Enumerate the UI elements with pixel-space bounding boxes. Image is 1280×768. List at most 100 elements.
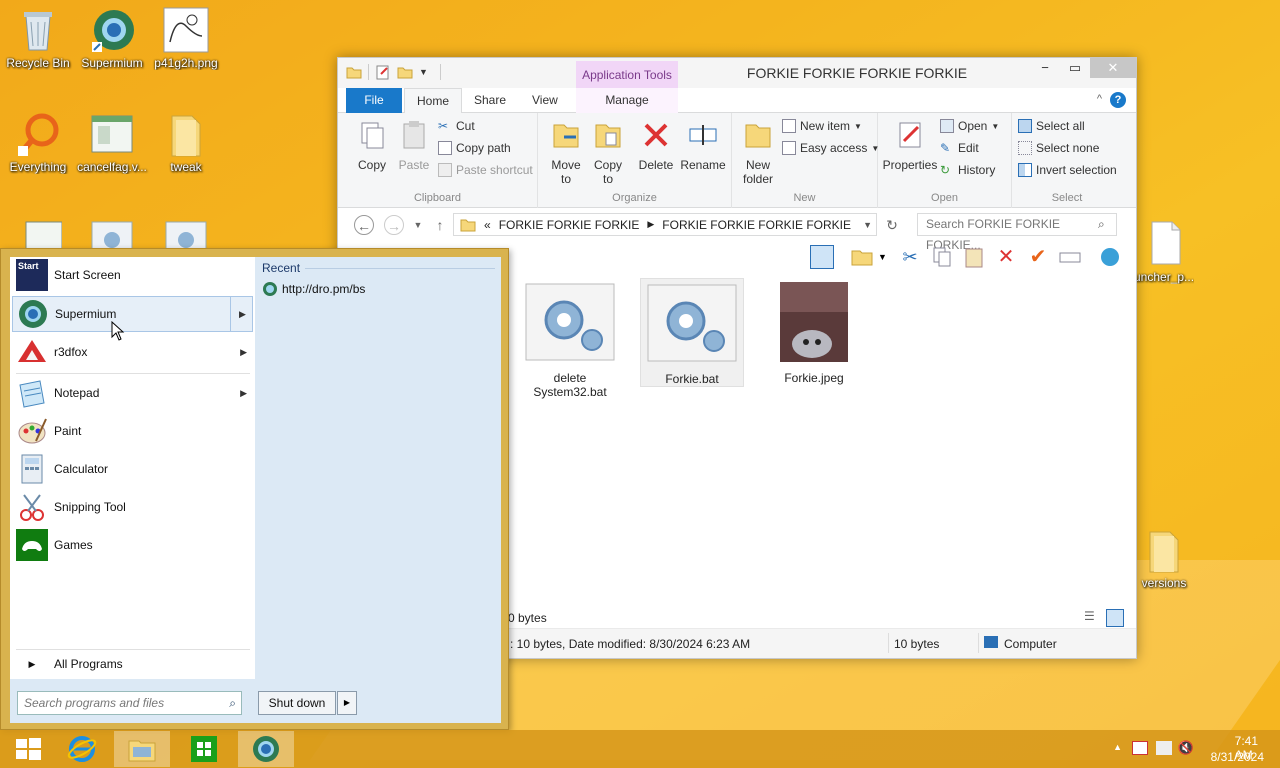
file-item[interactable]: Forkie.jpeg	[762, 278, 866, 385]
desktop-icon-versions[interactable]: versions	[1134, 526, 1194, 590]
collapse-ribbon-icon[interactable]: ^	[1097, 93, 1102, 105]
close-button[interactable]: ✕	[1090, 58, 1136, 78]
refresh-button[interactable]: ↻	[882, 215, 902, 235]
tab-view[interactable]: View	[520, 88, 570, 113]
rename-icon[interactable]	[1058, 245, 1082, 269]
delete-button[interactable]: Delete	[636, 119, 676, 172]
breadcrumb-segment[interactable]: FORKIE FORKIE FORKIE	[499, 218, 640, 232]
chevron-right-icon[interactable]: ▶	[230, 297, 252, 331]
edit-label: Edit	[958, 141, 979, 155]
rename-button[interactable]: Rename	[680, 119, 726, 172]
search-input[interactable]: Search programs and files ⌕	[17, 691, 242, 715]
volume-muted-icon[interactable]: 🔇	[1178, 740, 1194, 756]
all-programs-button[interactable]: ▶ All Programs	[12, 651, 253, 677]
minimize-button[interactable]: −	[1030, 58, 1060, 78]
network-icon[interactable]	[1098, 245, 1122, 269]
easy-access-button[interactable]: Easy access ▼	[782, 141, 879, 155]
recent-locations-button[interactable]: ▼	[408, 215, 428, 235]
properties-button[interactable]: Properties	[882, 119, 938, 172]
taskbar-file-explorer[interactable]	[114, 731, 170, 767]
help-icon[interactable]: ?	[1110, 92, 1126, 108]
chevron-right-icon[interactable]: ▶	[240, 388, 247, 399]
copy-path-button[interactable]: Copy path	[438, 141, 511, 155]
desktop-icon-recycle-bin[interactable]: Recycle Bin	[0, 6, 76, 70]
desktop-icon-png[interactable]: p41g2h.png	[148, 6, 224, 70]
notepad-icon	[19, 380, 45, 408]
tab-manage[interactable]: Manage	[576, 88, 678, 113]
computer-icon	[984, 636, 998, 648]
large-icons-view-icon[interactable]	[1106, 609, 1124, 627]
desktop-icon-cancelfag[interactable]: cancelfag.v...	[74, 110, 150, 174]
start-menu-footer: Search programs and files ⌕ Shut down ▶	[10, 679, 501, 723]
paste-button[interactable]: Paste	[394, 119, 434, 172]
forward-button[interactable]: →	[384, 215, 404, 235]
details-view-icon[interactable]: ☰	[1084, 609, 1102, 627]
supermium-icon	[263, 282, 277, 296]
up-button[interactable]: ↑	[430, 215, 450, 235]
taskbar-store[interactable]	[176, 731, 232, 767]
start-item-r3dfox[interactable]: r3dfox ▶	[12, 334, 253, 370]
invert-selection-button[interactable]: Invert selection	[1018, 163, 1117, 177]
search-input[interactable]: Search FORKIE FORKIE FORKIE...	[917, 213, 1117, 252]
desktop-icon-supermium[interactable]: Supermium	[74, 6, 150, 70]
breadcrumb-segment[interactable]: FORKIE FORKIE FORKIE FORKIE	[662, 218, 851, 232]
tab-file[interactable]: File	[346, 88, 402, 113]
preview-pane-icon[interactable]	[810, 245, 834, 269]
folder-options-icon[interactable]	[850, 245, 874, 269]
new-item-button[interactable]: New item ▼	[782, 119, 862, 133]
start-button[interactable]	[0, 731, 56, 767]
shutdown-button[interactable]: Shut down	[258, 691, 336, 715]
maximize-button[interactable]: ▭	[1060, 58, 1090, 78]
start-item-start-screen[interactable]: Start Start Screen	[12, 257, 253, 293]
delete-icon[interactable]: ✕	[994, 245, 1018, 269]
shutdown-options-button[interactable]: ▶	[337, 691, 357, 715]
edit-button[interactable]: ✎ Edit	[940, 141, 979, 155]
action-center-icon[interactable]	[1132, 741, 1148, 755]
desktop-icon-tweak[interactable]: tweak	[148, 110, 224, 174]
network-icon[interactable]	[1156, 741, 1172, 755]
history-button[interactable]: ↻ History	[940, 163, 995, 177]
taskbar-supermium[interactable]	[238, 731, 294, 767]
paste-shortcut-button[interactable]: Paste shortcut	[438, 163, 533, 177]
checkmark-icon[interactable]: ✔	[1026, 245, 1050, 269]
games-icon	[16, 529, 48, 561]
copy-icon[interactable]	[930, 245, 954, 269]
back-button[interactable]: ←	[354, 215, 374, 235]
start-item-supermium[interactable]: Supermium ▶	[12, 296, 253, 332]
paste-icon[interactable]	[962, 245, 986, 269]
start-item-label: Supermium	[55, 307, 117, 321]
cut-icon[interactable]: ✂	[898, 245, 922, 269]
chevron-right-icon[interactable]: ▶	[240, 347, 247, 358]
taskbar-internet-explorer[interactable]	[54, 731, 110, 767]
start-item-games[interactable]: Games	[12, 527, 253, 563]
copy-to-button[interactable]: Copy to	[588, 119, 628, 186]
tab-home[interactable]: Home	[404, 88, 463, 114]
desktop-icon-launcher[interactable]: uncher_p...	[1134, 220, 1194, 284]
file-item[interactable]: delete System32.bat	[518, 278, 622, 399]
desktop-icon-everything[interactable]: Everything	[0, 110, 76, 174]
status-details: : 10 bytes, Date modified: 8/30/2024 6:2…	[510, 637, 751, 651]
title-bar[interactable]: ▼ Application Tools FORKIE FORKIE FORKIE…	[338, 58, 1136, 88]
start-item-calculator[interactable]: Calculator	[12, 451, 253, 487]
move-to-button[interactable]: Move to	[546, 119, 586, 186]
cut-button[interactable]: ✂ Cut	[438, 119, 475, 133]
start-item-snipping-tool[interactable]: Snipping Tool	[12, 489, 253, 525]
copy-button[interactable]: Copy	[352, 119, 392, 172]
address-bar[interactable]: « FORKIE FORKIE FORKIE ▶ FORKIE FORKIE F…	[453, 213, 877, 236]
properties-icon	[899, 122, 921, 148]
supermium-icon	[19, 300, 47, 328]
tab-share[interactable]: Share	[462, 88, 518, 113]
start-item-paint[interactable]: Paint	[12, 413, 253, 449]
clock-date[interactable]: 8/31/2024	[1211, 750, 1264, 764]
show-hidden-icons-icon[interactable]: ▲	[1113, 742, 1122, 752]
start-item-notepad[interactable]: Notepad ▶	[12, 375, 253, 411]
open-button[interactable]: Open ▼	[940, 119, 999, 133]
recent-item[interactable]: http://dro.pm/bs	[262, 281, 365, 297]
chevron-down-icon[interactable]: ▼	[863, 220, 872, 230]
rename-icon	[689, 125, 717, 145]
new-folder-button[interactable]: New folder	[738, 119, 778, 186]
select-all-button[interactable]: Select all	[1018, 119, 1085, 133]
breadcrumb-overflow[interactable]: «	[484, 218, 491, 232]
file-item-selected[interactable]: Forkie.bat	[640, 278, 744, 387]
select-none-button[interactable]: Select none	[1018, 141, 1099, 155]
